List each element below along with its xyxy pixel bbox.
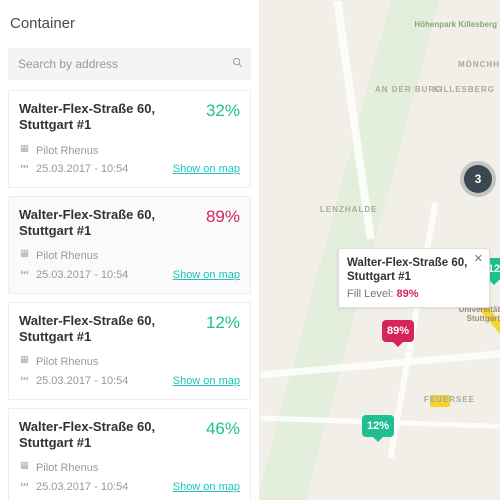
fill-percent: 89% — [206, 207, 240, 227]
signal-icon — [19, 372, 30, 391]
search-input[interactable] — [8, 48, 251, 80]
map-panel[interactable]: Höhenpark Killesberg AN DER BURG KILLESB… — [260, 0, 500, 500]
building-icon — [19, 142, 30, 161]
show-on-map-link[interactable]: Show on map — [173, 266, 240, 285]
fill-percent: 32% — [206, 101, 240, 121]
container-card[interactable]: Walter-Flex-Straße 60, Stuttgart #1 32% … — [8, 90, 251, 188]
provider-label: Pilot Rhenus — [36, 247, 98, 266]
search-box — [8, 48, 251, 80]
map-label: Höhenpark Killesberg — [414, 20, 497, 29]
signal-icon — [19, 160, 30, 179]
building-icon — [19, 353, 30, 372]
page-title: Container — [10, 15, 249, 32]
container-card[interactable]: Walter-Flex-Straße 60, Stuttgart #1 46% … — [8, 408, 251, 500]
fill-percent: 12% — [206, 313, 240, 333]
map-marker[interactable]: 89% — [382, 320, 414, 342]
sidebar: Container Walter-Flex-Straße 60, Stuttga… — [0, 0, 260, 500]
container-address: Walter-Flex-Straße 60, Stuttgart #1 — [19, 207, 194, 240]
map-label: AN DER BURG — [375, 85, 442, 94]
signal-icon — [19, 478, 30, 497]
map-cluster[interactable]: 3 — [464, 165, 492, 193]
map-label: MÖNCHH — [458, 60, 500, 69]
close-icon[interactable]: ✕ — [474, 252, 483, 265]
show-on-map-link[interactable]: Show on map — [173, 372, 240, 391]
info-address: Walter-Flex-Straße 60, Stuttgart #1 — [347, 256, 481, 285]
map-label: FEUERSEE — [424, 395, 475, 404]
map-road — [333, 1, 374, 240]
timestamp: 25.03.2017 - 10:54 — [36, 266, 128, 285]
show-on-map-link[interactable]: Show on map — [173, 478, 240, 497]
timestamp: 25.03.2017 - 10:54 — [36, 372, 128, 391]
container-card[interactable]: Walter-Flex-Straße 60, Stuttgart #1 89% … — [8, 196, 251, 294]
building-icon — [19, 459, 30, 478]
signal-icon — [19, 266, 30, 285]
building-icon — [19, 247, 30, 266]
timestamp: 25.03.2017 - 10:54 — [36, 478, 128, 497]
provider-label: Pilot Rhenus — [36, 459, 98, 478]
info-fill: Fill Level: 89% — [347, 288, 481, 300]
map-marker[interactable]: 12% — [362, 415, 394, 437]
timestamp: 25.03.2017 - 10:54 — [36, 160, 128, 179]
show-on-map-link[interactable]: Show on map — [173, 160, 240, 179]
container-address: Walter-Flex-Straße 60, Stuttgart #1 — [19, 419, 194, 452]
container-address: Walter-Flex-Straße 60, Stuttgart #1 — [19, 101, 194, 134]
map-infobox: ✕ Walter-Flex-Straße 60, Stuttgart #1 Fi… — [338, 248, 490, 308]
container-card[interactable]: Walter-Flex-Straße 60, Stuttgart #1 12% … — [8, 302, 251, 400]
fill-percent: 46% — [206, 419, 240, 439]
provider-label: Pilot Rhenus — [36, 142, 98, 161]
map-label: LENZHALDE — [320, 205, 377, 214]
search-icon — [232, 55, 243, 73]
provider-label: Pilot Rhenus — [36, 353, 98, 372]
map-label: KILLESBERG — [433, 85, 495, 94]
container-address: Walter-Flex-Straße 60, Stuttgart #1 — [19, 313, 194, 346]
map-road — [260, 349, 500, 379]
